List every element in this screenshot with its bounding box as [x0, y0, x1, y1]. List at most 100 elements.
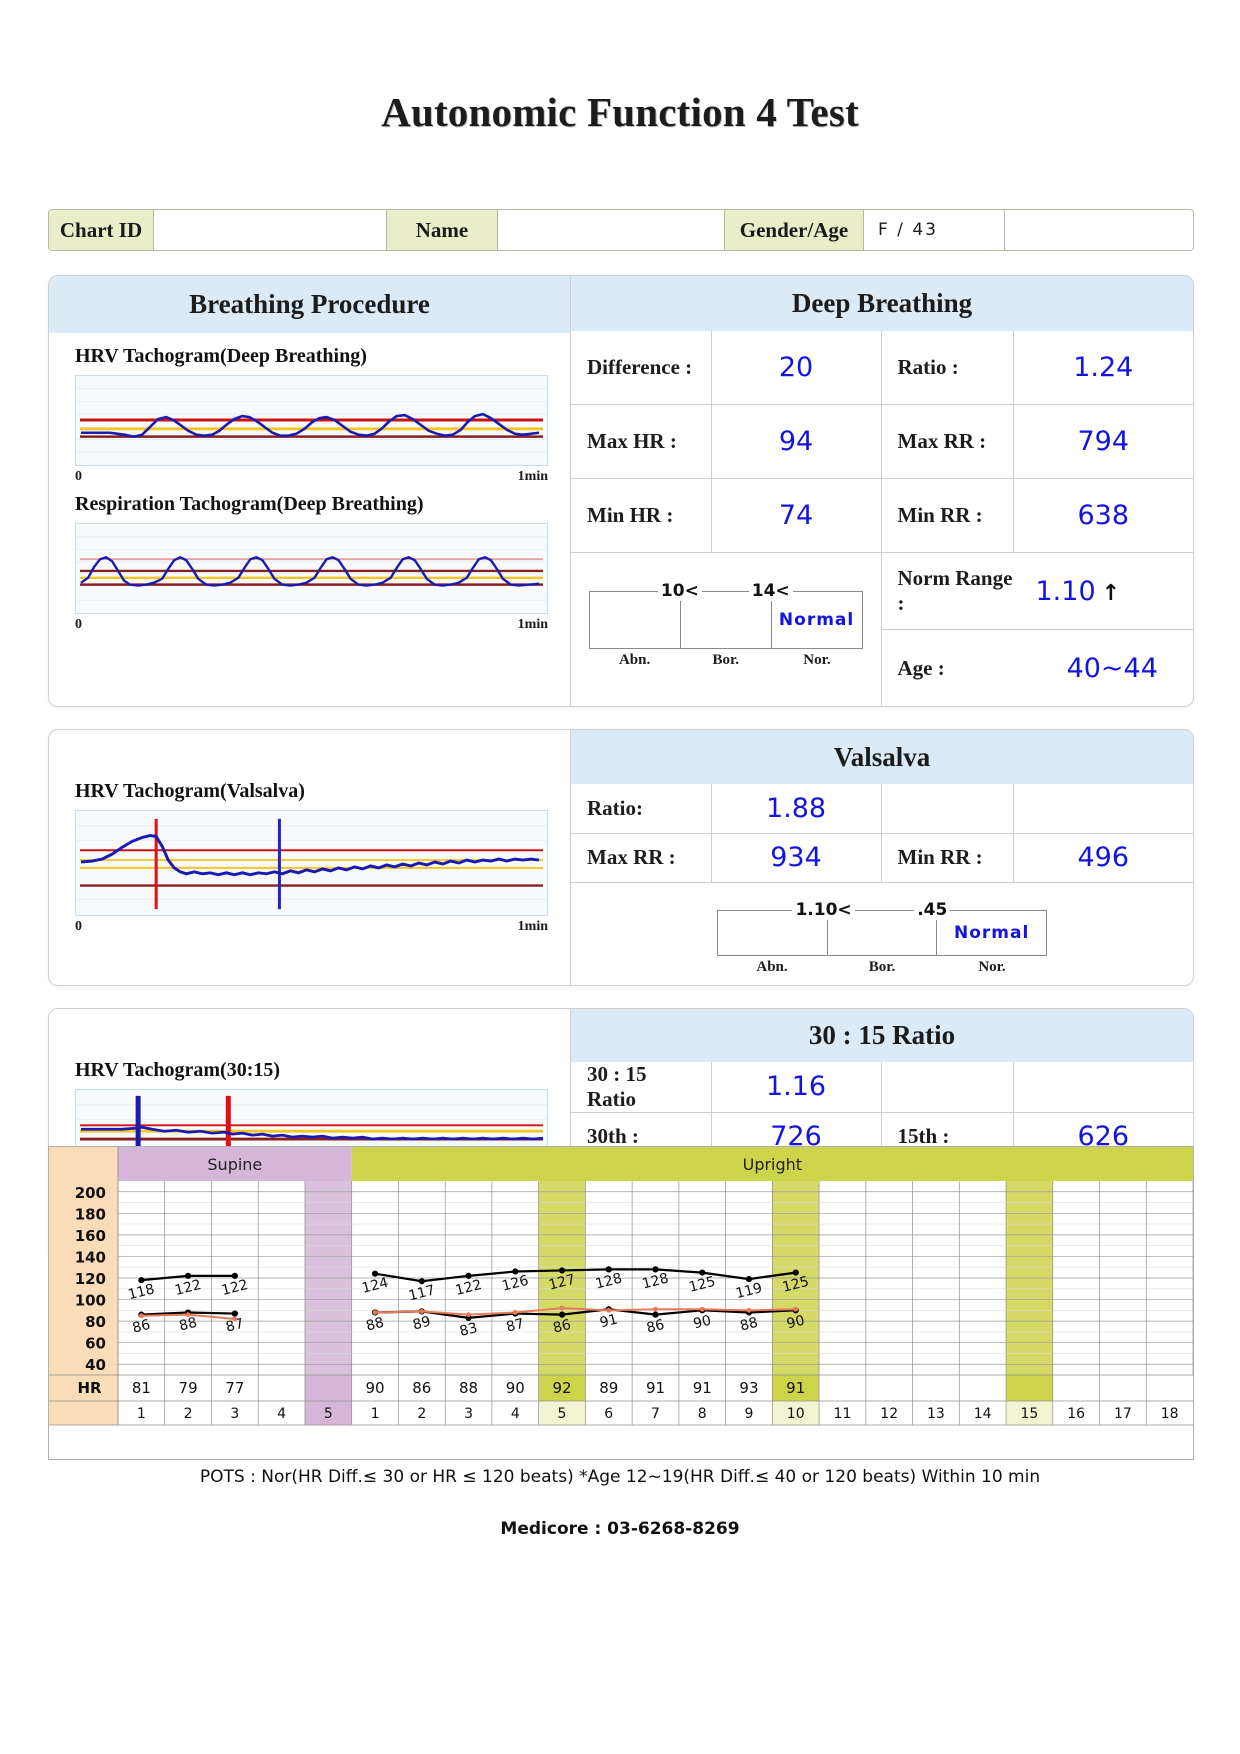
- svg-text:17: 17: [1114, 1406, 1132, 1422]
- table-row: Ratio: 1.88: [571, 784, 1193, 833]
- svg-text:18: 18: [1161, 1406, 1179, 1422]
- name-label: Name: [387, 210, 498, 250]
- svg-text:91: 91: [786, 1379, 805, 1397]
- hrv-valsalva-axis: 0 1min: [75, 919, 548, 935]
- svg-text:160: 160: [75, 1227, 106, 1245]
- svg-text:120: 120: [75, 1270, 106, 1288]
- deep-breathing-scale-cell: 10< 14< Normal Abn. Bor. Nor.: [571, 552, 882, 706]
- svg-text:13: 13: [927, 1406, 945, 1422]
- valsalva-chart-pane: HRV Tachogram(Valsalva) 0 1min: [49, 730, 570, 985]
- ratio-label: Ratio :: [881, 330, 1014, 405]
- svg-text:1: 1: [371, 1406, 380, 1422]
- scale-label-abn: Abn.: [618, 651, 651, 668]
- scale-status: Normal: [778, 609, 855, 630]
- ratio-value: 1.24: [1073, 351, 1134, 383]
- table-row: 1.10< .45 Normal Abn. Bor. Nor.: [571, 881, 1193, 985]
- chart-id-value[interactable]: [154, 210, 387, 250]
- difference-label: Difference :: [571, 330, 712, 405]
- max-rr-value: 794: [1013, 404, 1193, 479]
- resp-deep-axis-start: 0: [75, 617, 82, 632]
- valsalva-max-rr-label: Max RR :: [571, 832, 712, 882]
- svg-text:93: 93: [739, 1379, 758, 1397]
- hrv-valsalva-title: HRV Tachogram(Valsalva): [75, 780, 305, 802]
- valsalva-scale: 1.10< .45 Normal Abn. Bor. Nor.: [717, 899, 1047, 976]
- svg-text:8: 8: [698, 1406, 707, 1422]
- scale-segment-abnormal: 10<: [590, 580, 702, 648]
- age-label: Age :: [881, 629, 1032, 706]
- valsalva-header: Valsalva: [571, 730, 1193, 784]
- svg-text:140: 140: [75, 1248, 106, 1266]
- table-row: Min HR : 74 Min RR : 638: [571, 478, 1193, 553]
- breathing-procedure-pane: Breathing Procedure HRV Tachogram(Deep B…: [49, 276, 570, 706]
- min-hr-value: 74: [711, 478, 882, 553]
- header-tail-value[interactable]: [1005, 210, 1193, 250]
- deep-breathing-section: Breathing Procedure HRV Tachogram(Deep B…: [48, 275, 1194, 707]
- valsalva-blank-value: [1013, 784, 1193, 833]
- hrv-valsalva-plot: [75, 810, 548, 916]
- svg-text:88: 88: [459, 1379, 478, 1397]
- table-row: Max HR : 94 Max RR : 794: [571, 404, 1193, 479]
- table-row: 10< 14< Normal Abn. Bor. Nor. Norm Range…: [571, 552, 1194, 706]
- chart-id-label: Chart ID: [49, 210, 154, 250]
- svg-text:14: 14: [974, 1406, 992, 1422]
- name-value[interactable]: [498, 210, 725, 250]
- svg-text:90: 90: [506, 1379, 525, 1397]
- min-rr-label: Min RR :: [881, 478, 1014, 553]
- svg-text:5: 5: [558, 1406, 567, 1422]
- svg-text:4: 4: [511, 1406, 520, 1422]
- hrv-30-15-title: HRV Tachogram(30:15): [75, 1059, 281, 1081]
- valsalva-blank-label: [881, 784, 1014, 833]
- svg-text:3: 3: [230, 1406, 239, 1422]
- svg-text:91: 91: [646, 1379, 665, 1397]
- table-row: Age : 40~44: [881, 629, 1193, 706]
- valsalva-axis-start: 0: [75, 919, 82, 934]
- medicore-contact: Medicore : 03-6268-8269: [500, 1519, 740, 1539]
- ratio-30-15-blank-label: [881, 1061, 1014, 1112]
- min-rr-value: 638: [1013, 478, 1193, 553]
- gender-age-value[interactable]: F / 43: [864, 210, 1005, 250]
- svg-text:60: 60: [85, 1335, 106, 1353]
- svg-text:9: 9: [745, 1406, 754, 1422]
- valsalva-section: HRV Tachogram(Valsalva) 0 1min Valsalva …: [48, 729, 1194, 986]
- scale-label-bor: Bor.: [712, 651, 740, 668]
- deep-breathing-header: Deep Breathing: [571, 276, 1193, 331]
- svg-text:89: 89: [599, 1379, 618, 1397]
- valsalva-ratio-label: Ratio:: [571, 784, 712, 833]
- respiration-deep-breathing-title: Respiration Tachogram(Deep Breathing): [75, 493, 424, 515]
- scale-segment-normal: Normal: [937, 911, 1046, 955]
- svg-text:1: 1: [137, 1406, 146, 1422]
- scale-labels: Abn. Bor. Nor.: [589, 652, 863, 669]
- age-value: 40~44: [1031, 629, 1193, 706]
- scale-label-nor: Nor.: [803, 651, 831, 668]
- min-hr-label: Min HR :: [571, 478, 712, 553]
- table-row: 30 : 15 Ratio 1.16: [571, 1061, 1193, 1113]
- page-title: Autonomic Function 4 Test: [381, 89, 859, 135]
- scale-segment-borderline: 14<: [681, 580, 793, 648]
- norm-range-arrow-icon: ↑: [1101, 580, 1121, 606]
- respiration-deep-axis: 0 1min: [75, 617, 548, 633]
- svg-text:91: 91: [693, 1379, 712, 1397]
- svg-text:11: 11: [834, 1406, 852, 1422]
- svg-text:7: 7: [651, 1406, 660, 1422]
- svg-text:12: 12: [880, 1406, 898, 1422]
- norm-range-label: Norm Range :: [897, 566, 1013, 615]
- svg-text:6: 6: [604, 1406, 613, 1422]
- svg-text:4: 4: [277, 1406, 286, 1422]
- svg-text:16: 16: [1067, 1406, 1085, 1422]
- svg-text:90: 90: [366, 1379, 385, 1397]
- hrv-deep-axis-start: 0: [75, 469, 82, 484]
- svg-text:80: 80: [85, 1313, 106, 1331]
- norm-age-cell: Norm Range : 1.10 ↑ Age : 40~44: [881, 552, 1194, 706]
- ratio-30-15-value: 1.16: [711, 1061, 882, 1112]
- ratio-30-15-blank-value: [1013, 1062, 1193, 1113]
- svg-text:81: 81: [132, 1379, 151, 1397]
- table-row: Difference : 20 Ratio : 1.24: [571, 330, 1193, 405]
- norm-range-value-cell: 1.10 ↑: [1032, 553, 1194, 630]
- scale-segment-normal: Normal: [772, 592, 862, 648]
- max-hr-label: Max HR :: [571, 404, 712, 479]
- scale-segment-abnormal: 1.10<: [718, 899, 855, 955]
- tilt-table-chart: Supine Upright 200 180 160 140 120 100 80 60 40 118…: [48, 1146, 1194, 1460]
- scale-segment-borderline: .45: [828, 899, 951, 955]
- tilt-chart-svg: Supine Upright200180160140120100806040118…: [49, 1147, 1193, 1426]
- table-row: Max RR : 934 Min RR : 496: [571, 832, 1193, 882]
